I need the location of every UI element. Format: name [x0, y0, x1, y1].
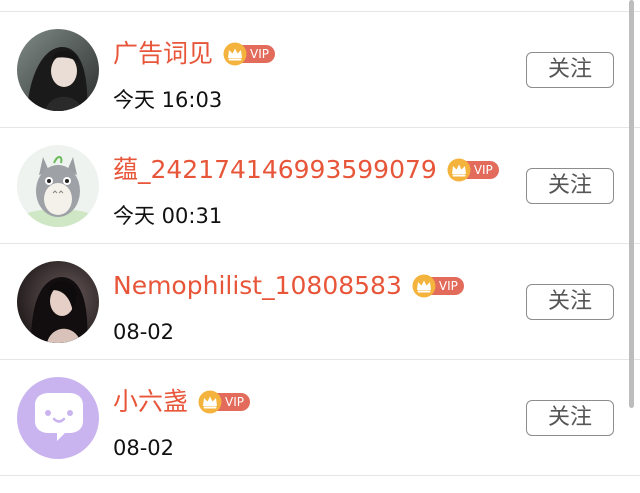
follow-time: 08-02 — [113, 320, 175, 344]
follow-button[interactable]: 关注 — [526, 400, 614, 436]
default-chat-bubble-avatar-icon — [17, 377, 99, 459]
list-item[interactable]: 小六盏 VIP 08-02 关注 — [0, 360, 640, 476]
follow-button[interactable]: 关注 — [526, 168, 614, 204]
name-line: 小六盏 VIP — [113, 384, 250, 420]
scrollbar[interactable] — [629, 0, 634, 408]
portrait-photo-dark-icon — [17, 29, 99, 111]
follow-button[interactable]: 关注 — [526, 52, 614, 88]
totoro-illustration-icon — [17, 145, 99, 227]
crown-icon — [223, 42, 247, 66]
avatar[interactable] — [17, 29, 99, 111]
avatar[interactable] — [17, 145, 99, 227]
row-divider — [0, 475, 640, 476]
crown-icon — [198, 390, 222, 414]
list-item[interactable]: 广告词见 VIP 今天 16:03 关注 — [0, 12, 640, 128]
avatar[interactable] — [17, 261, 99, 343]
list-item[interactable]: 蕴_242174146993599079 VIP 今天 00:31 关注 — [0, 128, 640, 244]
crown-icon — [447, 158, 471, 182]
portrait-photo-girl-icon — [17, 261, 99, 343]
follow-time: 今天 16:03 — [113, 88, 223, 112]
name-line: 广告词见 VIP — [113, 36, 275, 72]
follow-time: 今天 00:31 — [113, 204, 223, 228]
vip-badge: VIP — [223, 42, 275, 66]
user-name[interactable]: 广告词见 — [113, 36, 213, 72]
user-name[interactable]: 小六盏 — [113, 384, 188, 420]
follow-time: 08-02 — [113, 436, 175, 460]
avatar[interactable] — [17, 377, 99, 459]
follow-list: 广告词见 VIP 今天 16:03 关注 蕴_24217414699359907… — [0, 0, 640, 493]
user-name[interactable]: 蕴_242174146993599079 — [113, 152, 437, 188]
vip-badge: VIP — [412, 274, 464, 298]
user-name[interactable]: Nemophilist_10808583 — [113, 268, 402, 304]
vip-badge: VIP — [198, 390, 250, 414]
list-item[interactable]: Nemophilist_10808583 VIP 08-02 关注 — [0, 244, 640, 360]
name-line: 蕴_242174146993599079 VIP — [113, 152, 499, 188]
crown-icon — [412, 274, 436, 298]
vip-badge: VIP — [447, 158, 499, 182]
follow-button[interactable]: 关注 — [526, 284, 614, 320]
name-line: Nemophilist_10808583 VIP — [113, 268, 464, 304]
